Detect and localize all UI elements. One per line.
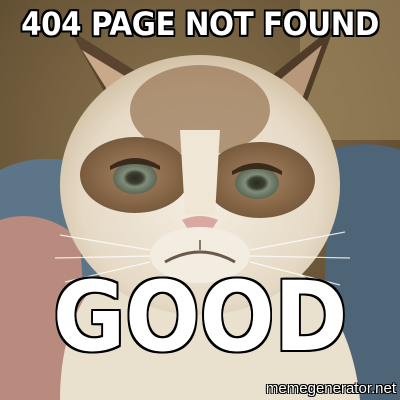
right-eye	[235, 167, 279, 199]
meme-image: 404 PAGE NOT FOUND GOOD memegenerator.ne…	[0, 0, 400, 400]
nose-bridge	[180, 130, 220, 215]
meme-bottom-caption: GOOD	[52, 261, 348, 373]
meme-top-caption: 404 PAGE NOT FOUND	[20, 4, 380, 44]
watermark-text: memegenerator.net	[265, 380, 396, 397]
left-eye	[113, 162, 157, 194]
